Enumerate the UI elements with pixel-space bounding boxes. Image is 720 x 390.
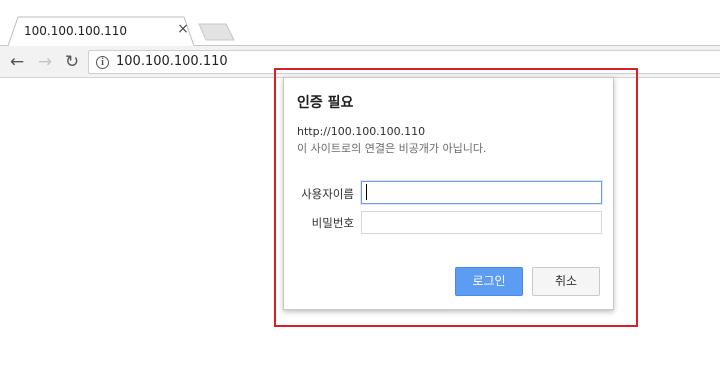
info-icon[interactable]: i — [96, 56, 109, 69]
tab-active[interactable]: 100.100.100.110 × — [8, 16, 194, 47]
url-text[interactable]: 100.100.100.110 — [116, 54, 228, 69]
browser-window: 100.100.100.110 × ← → ↻ i 100.100.100.11… — [0, 0, 720, 390]
login-button[interactable]: 로그인 — [455, 267, 523, 296]
tab-strip: 100.100.100.110 × — [0, 0, 720, 47]
password-field[interactable] — [361, 211, 602, 234]
tab-title: 100.100.100.110 — [24, 24, 128, 38]
dialog-origin: http://100.100.100.110 — [297, 125, 426, 138]
username-field[interactable] — [361, 181, 602, 204]
reload-icon[interactable]: ↻ — [62, 52, 82, 72]
text-cursor — [366, 184, 367, 200]
username-label: 사용자이름 — [301, 187, 354, 201]
back-arrow-icon[interactable]: ← — [7, 52, 27, 72]
cancel-button[interactable]: 취소 — [532, 267, 600, 296]
connection-warning: 이 사이트로의 연결은 비공개가 아닙니다. — [297, 142, 487, 155]
password-label: 비밀번호 — [311, 216, 354, 230]
forward-arrow-icon[interactable]: → — [35, 52, 55, 72]
auth-dialog: 인증 필요 http://100.100.100.110 이 사이트로의 연결은… — [283, 77, 614, 310]
dialog-title: 인증 필요 — [297, 95, 354, 111]
new-tab-button[interactable] — [198, 23, 236, 41]
close-icon[interactable]: × — [176, 22, 190, 36]
